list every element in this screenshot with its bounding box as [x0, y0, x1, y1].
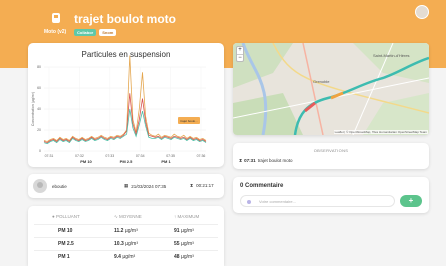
person-icon — [37, 182, 43, 188]
observations-header: OBSERVATIONS — [313, 148, 349, 153]
table-row: PM 10 11.2 µg/m³ 91 µg/m³ — [34, 223, 218, 237]
col-pollutant[interactable]: ● POLLUANT — [34, 210, 100, 224]
observation-marker-label: trajet boulo... — [180, 119, 198, 123]
trip-date: ▦ 21/03/2024 07:35 — [124, 183, 166, 189]
legend-item: PM 2.5 — [120, 159, 133, 164]
motorcycle-icon — [52, 13, 60, 23]
y-tick-label: 20 — [37, 128, 41, 132]
x-tick-label: 07:34 — [136, 154, 145, 158]
tag-collabor[interactable]: Collabor — [74, 29, 97, 36]
trip-info-card: eboutie ▦ 21/03/2024 07:35 ⧗ 00:21:17 — [28, 174, 224, 198]
col-average[interactable]: ∿ MOYENNE — [100, 210, 158, 224]
hourglass-icon: ⧗ — [190, 183, 194, 188]
profile-avatar[interactable] — [415, 5, 429, 19]
series-line-pm-1 — [43, 108, 207, 145]
table-row: PM 2.5 10.3 µg/m³ 55 µg/m³ — [34, 236, 218, 250]
vehicle-label: Moto (v2) — [44, 29, 67, 35]
y-tick-label: 40 — [37, 107, 41, 111]
pollutant-name: PM 1 — [34, 249, 100, 263]
zoom-in-button[interactable]: + — [237, 47, 243, 54]
table-header-row: ● POLLUANT ∿ MOYENNE ↑ MAXIMUM — [34, 210, 218, 224]
x-tick-label: 07:32 — [75, 154, 84, 158]
tag-list: Collabor Snom — [74, 29, 117, 36]
user-avatar — [33, 179, 47, 193]
observation-item: ⧗ 07:31 trajet boulot moto — [239, 158, 292, 163]
observation-text: trajet boulot moto — [257, 158, 293, 163]
pollutant-table-card: ● POLLUANT ∿ MOYENNE ↑ MAXIMUM PM 10 11.… — [28, 206, 224, 266]
pollutant-avg: 9.4 µg/m³ — [100, 249, 158, 263]
map-tiles[interactable]: Saint-Martin-d'Hères Grenoble — [233, 43, 429, 135]
pm-chart: 0 20 40 60 80 Concentration (µg/m³) 07:31 07:32… — [31, 55, 207, 164]
user-dot-icon — [247, 200, 251, 204]
y-tick-label: 80 — [37, 65, 41, 69]
zoom-out-button[interactable]: − — [237, 54, 243, 61]
x-tick-label: 07:31 — [45, 154, 54, 158]
pollutant-name: PM 2.5 — [34, 236, 100, 250]
col-maximum[interactable]: ↑ MAXIMUM — [158, 210, 218, 224]
pollutant-max: 55 µg/m³ — [158, 236, 218, 250]
series-line-pm-10 — [43, 55, 207, 142]
tag-snom[interactable]: Snom — [99, 29, 117, 36]
map-label-grenoble: Grenoble — [313, 79, 330, 84]
comment-input[interactable]: Votre commentaire... — [240, 195, 395, 207]
table-row: PM 1 9.4 µg/m³ 48 µg/m³ — [34, 249, 218, 263]
y-tick-label: 60 — [37, 86, 41, 90]
chart-card: Particules en suspension 0 20 40 60 80 Concen… — [28, 43, 224, 167]
add-comment-button[interactable]: + — [400, 195, 422, 207]
pollutant-avg: 10.3 µg/m³ — [100, 236, 158, 250]
pollutant-max: 91 µg/m³ — [158, 223, 218, 237]
calendar-icon: ▦ — [124, 183, 129, 188]
observation-time: 07:31 — [244, 158, 256, 163]
comments-card: 0 Commentaire Votre commentaire... + — [233, 177, 429, 213]
hourglass-icon: ⧗ — [239, 158, 243, 163]
legend-item: PM 10 — [80, 159, 92, 164]
trip-duration-text: 00:21:17 — [196, 183, 214, 188]
trip-duration: ⧗ 00:21:17 — [190, 183, 214, 188]
comment-placeholder: Votre commentaire... — [259, 199, 296, 204]
page-title: trajet boulot moto — [74, 12, 176, 26]
map-attribution[interactable]: Leaflet | © OpenStreetMap, Tiles Humanit… — [333, 130, 428, 134]
map-label-saint-martin: Saint-Martin-d'Hères — [373, 53, 410, 58]
pollutant-name: PM 10 — [34, 223, 100, 237]
y-tick-label: 0 — [39, 149, 41, 153]
x-tick-label: 07:35 — [166, 154, 175, 158]
x-tick-label: 07:33 — [105, 154, 114, 158]
zoom-control: + − — [236, 46, 244, 62]
observations-card: OBSERVATIONS ⧗ 07:31 trajet boulot moto — [233, 143, 429, 169]
pollutant-avg: 11.2 µg/m³ — [100, 223, 158, 237]
legend-item: PM 1 — [161, 159, 171, 164]
trip-date-text: 21/03/2024 07:35 — [131, 183, 167, 189]
comments-title: 0 Commentaire — [240, 183, 284, 189]
user-name[interactable]: eboutie — [52, 184, 67, 189]
x-tick-label: 07:36 — [197, 154, 206, 158]
pollutant-max: 48 µg/m³ — [158, 249, 218, 263]
y-axis-label: Concentration (µg/m³) — [31, 92, 35, 126]
route-map[interactable]: Saint-Martin-d'Hères Grenoble + − Leafle… — [233, 43, 429, 135]
pollutant-table: ● POLLUANT ∿ MOYENNE ↑ MAXIMUM PM 10 11.… — [34, 210, 218, 263]
